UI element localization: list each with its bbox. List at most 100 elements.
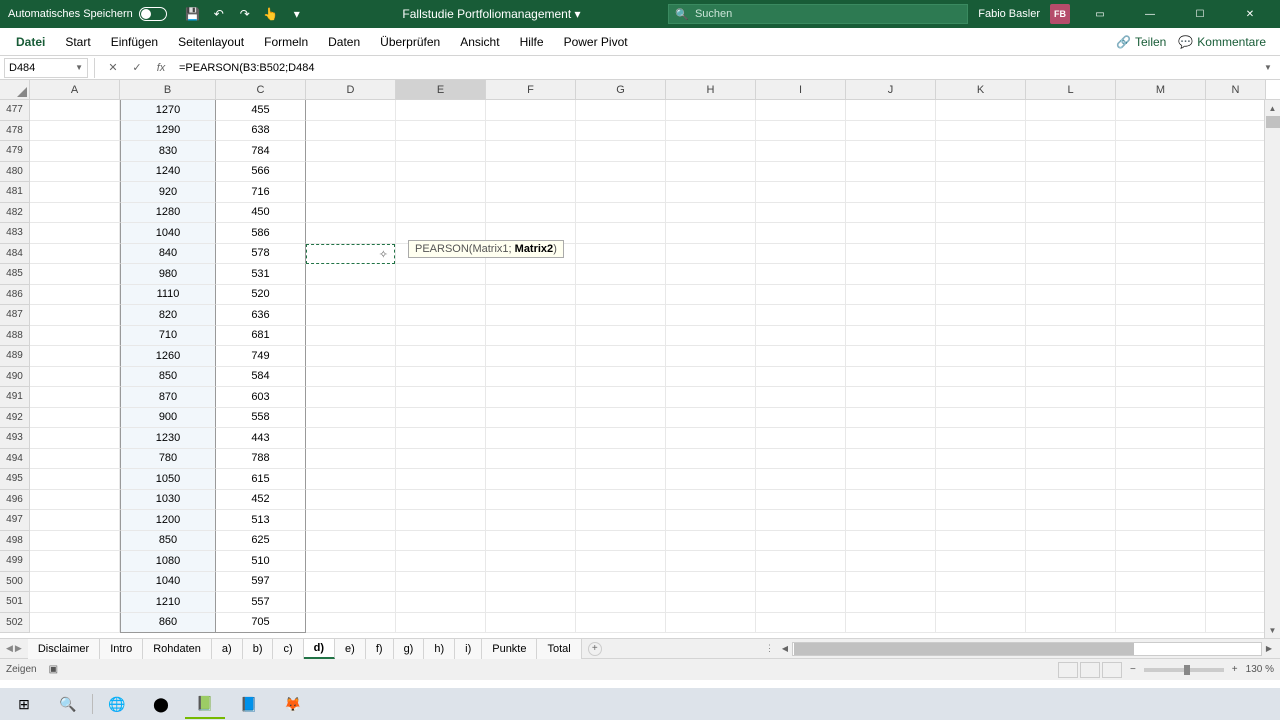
cell[interactable] — [1116, 182, 1206, 203]
zoom-level[interactable]: 130 % — [1246, 664, 1274, 675]
cell[interactable] — [396, 162, 486, 183]
cell[interactable] — [756, 346, 846, 367]
cell[interactable] — [30, 469, 120, 490]
cell[interactable] — [1206, 428, 1266, 449]
cell[interactable] — [846, 182, 936, 203]
cell[interactable] — [936, 572, 1026, 593]
cell[interactable] — [1116, 490, 1206, 511]
row-header[interactable]: 496 — [0, 490, 30, 511]
cell[interactable] — [756, 572, 846, 593]
cell[interactable] — [1116, 305, 1206, 326]
taskbar-word[interactable]: 📘 — [229, 689, 269, 719]
zoom-out-button[interactable]: − — [1130, 664, 1136, 675]
cell[interactable] — [1206, 162, 1266, 183]
cell[interactable] — [306, 305, 396, 326]
cell[interactable] — [1026, 305, 1116, 326]
scroll-thumb[interactable] — [1266, 116, 1280, 128]
cell[interactable] — [30, 285, 120, 306]
tab-start[interactable]: Start — [55, 28, 100, 56]
cell[interactable] — [846, 285, 936, 306]
cancel-formula-button[interactable]: ✕ — [105, 61, 121, 74]
cell[interactable] — [666, 285, 756, 306]
cell[interactable] — [1116, 572, 1206, 593]
cell[interactable] — [1206, 490, 1266, 511]
cell[interactable] — [306, 203, 396, 224]
cell[interactable] — [1116, 141, 1206, 162]
cell[interactable] — [846, 203, 936, 224]
name-box[interactable]: D484 ▼ — [4, 58, 88, 78]
cell[interactable] — [306, 162, 396, 183]
cell[interactable] — [306, 346, 396, 367]
zoom-in-button[interactable]: + — [1232, 664, 1238, 675]
cell[interactable]: 980 — [120, 264, 216, 285]
cell[interactable] — [756, 285, 846, 306]
vertical-scrollbar[interactable]: ▲ ▼ — [1264, 100, 1280, 638]
cell[interactable] — [936, 223, 1026, 244]
cell[interactable] — [666, 510, 756, 531]
cell[interactable]: 1270 — [120, 100, 216, 121]
cell[interactable] — [846, 346, 936, 367]
tab-einfuegen[interactable]: Einfügen — [101, 28, 168, 56]
tab-datei[interactable]: Datei — [6, 28, 55, 56]
comments-button[interactable]: 💬 Kommentare — [1178, 35, 1266, 49]
cell[interactable] — [936, 162, 1026, 183]
cell[interactable] — [1116, 469, 1206, 490]
col-header-d[interactable]: D — [306, 80, 396, 99]
document-title[interactable]: Fallstudie Portfoliomanagement ▾ — [315, 7, 669, 21]
cell[interactable] — [846, 305, 936, 326]
cell[interactable] — [1206, 182, 1266, 203]
cell[interactable] — [1116, 285, 1206, 306]
row-header[interactable]: 484 — [0, 244, 30, 265]
row-header[interactable]: 482 — [0, 203, 30, 224]
cell[interactable] — [1116, 264, 1206, 285]
cell[interactable] — [756, 141, 846, 162]
cell[interactable] — [666, 367, 756, 388]
col-header-n[interactable]: N — [1206, 80, 1266, 99]
hscroll-right-icon[interactable]: ▶ — [1262, 644, 1276, 653]
cell[interactable] — [576, 285, 666, 306]
cell[interactable] — [396, 408, 486, 429]
cell[interactable] — [936, 305, 1026, 326]
tab-seitenlayout[interactable]: Seitenlayout — [168, 28, 254, 56]
cell[interactable] — [396, 346, 486, 367]
cell[interactable]: 513 — [216, 510, 306, 531]
cell[interactable] — [936, 531, 1026, 552]
row-header[interactable]: 497 — [0, 510, 30, 531]
cell[interactable] — [306, 141, 396, 162]
cell[interactable] — [846, 367, 936, 388]
cell[interactable] — [846, 510, 936, 531]
cell[interactable] — [1026, 387, 1116, 408]
col-header-e[interactable]: E — [396, 80, 486, 99]
cell[interactable] — [30, 613, 120, 634]
row-header[interactable]: 477 — [0, 100, 30, 121]
cell[interactable] — [1206, 449, 1266, 470]
cell[interactable] — [486, 367, 576, 388]
row-header[interactable]: 491 — [0, 387, 30, 408]
col-header-j[interactable]: J — [846, 80, 936, 99]
cell[interactable]: 870 — [120, 387, 216, 408]
cell[interactable] — [666, 100, 756, 121]
search-input[interactable]: 🔍 Suchen — [668, 4, 968, 24]
cell[interactable] — [396, 613, 486, 634]
cell[interactable] — [846, 387, 936, 408]
cell[interactable]: 749 — [216, 346, 306, 367]
cell[interactable]: 850 — [120, 531, 216, 552]
cell[interactable]: 850 — [120, 367, 216, 388]
sheet-tab[interactable]: b) — [243, 639, 274, 659]
cell[interactable]: 443 — [216, 428, 306, 449]
cell[interactable] — [936, 203, 1026, 224]
cell[interactable] — [936, 428, 1026, 449]
undo-icon[interactable]: ↶ — [211, 6, 227, 22]
cell[interactable] — [756, 490, 846, 511]
cell[interactable] — [486, 305, 576, 326]
cell[interactable] — [306, 613, 396, 634]
cell[interactable] — [666, 244, 756, 265]
sheet-tab[interactable]: c) — [273, 639, 303, 659]
cell[interactable] — [936, 100, 1026, 121]
cell[interactable] — [576, 551, 666, 572]
cell[interactable] — [1206, 285, 1266, 306]
cell[interactable]: 1110 — [120, 285, 216, 306]
cell[interactable] — [30, 141, 120, 162]
sheet-tab[interactable]: Total — [537, 639, 581, 659]
cell[interactable] — [1206, 572, 1266, 593]
